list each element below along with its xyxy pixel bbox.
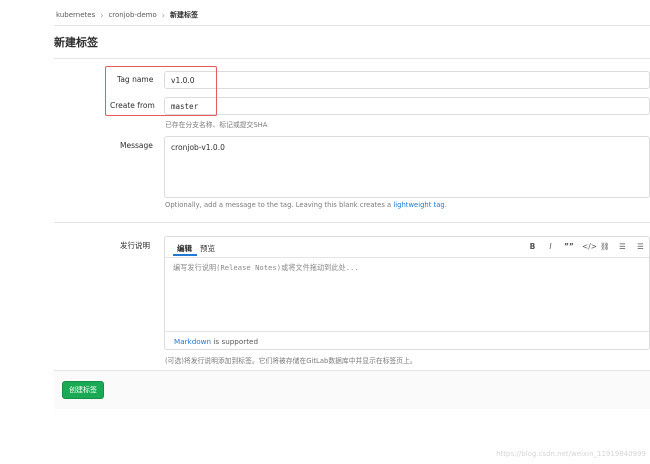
numbered-list-icon[interactable]: ☰	[636, 242, 645, 251]
form-actions-bar	[54, 370, 650, 409]
create-from-dropdown[interactable]: master	[164, 97, 650, 115]
create-from-hint: 已存在分支名称、标记或提交SHA	[165, 121, 268, 129]
bullet-list-icon[interactable]: ☰	[618, 242, 627, 251]
markdown-note: Markdown is supported	[174, 337, 258, 346]
link-icon[interactable]: ⛓	[600, 242, 610, 251]
tab-preview[interactable]: 预览	[200, 243, 215, 254]
tab-write[interactable]: 编辑	[177, 243, 192, 254]
tag-name-input[interactable]: v1.0.0	[164, 71, 650, 89]
message-hint-text: Optionally, add a message to the tag. Le…	[165, 201, 392, 209]
markdown-toolbar: B I ”” </> ⛓ ☰ ☰	[528, 242, 645, 251]
italic-icon[interactable]: I	[546, 242, 555, 251]
message-label: Message	[120, 141, 153, 150]
breadcrumb: kubernetes › cronjob-demo › 新建标签	[56, 8, 198, 22]
bold-icon[interactable]: B	[528, 242, 537, 251]
editor-tabs: 编辑 预览 B I ”” </> ⛓ ☰ ☰	[165, 237, 649, 258]
quote-icon[interactable]: ””	[564, 242, 574, 251]
lightweight-tag-link[interactable]: lightweight tag	[393, 201, 444, 209]
release-notes-hint: (可选)将发行说明添加到标签。它们将被存储在GitLab数据库中并显示在标签页上…	[165, 357, 417, 365]
message-hint: Optionally, add a message to the tag. Le…	[165, 201, 447, 209]
chevron-right-icon: ›	[161, 10, 165, 20]
divider	[54, 25, 650, 26]
release-notes-label: 发行说明	[120, 241, 150, 250]
active-tab-indicator	[173, 254, 197, 256]
breadcrumb-item-current[interactable]: 新建标签	[170, 10, 198, 20]
annotation-highlight-box	[105, 66, 217, 116]
page-title: 新建标签	[54, 36, 98, 49]
message-hint-suffix: .	[444, 201, 447, 209]
markdown-suffix: is supported	[213, 337, 259, 346]
message-value: cronjob-v1.0.0	[171, 143, 225, 152]
divider	[54, 222, 650, 223]
watermark: https://blog.csdn.net/weixin_11919840999	[496, 450, 646, 458]
markdown-link[interactable]: Markdown	[174, 337, 211, 346]
breadcrumb-item-project[interactable]: cronjob-demo	[108, 11, 156, 19]
breadcrumb-item-namespace[interactable]: kubernetes	[56, 11, 95, 19]
release-notes-textarea[interactable]: 编写发行说明(Release Notes)或将文件拖动到此处...	[173, 263, 359, 273]
chevron-right-icon: ›	[100, 10, 104, 20]
code-icon[interactable]: </>	[582, 242, 597, 251]
release-notes-editor: 编辑 预览 B I ”” </> ⛓ ☰ ☰ 编写发行说明(Release No…	[164, 236, 650, 350]
message-textarea[interactable]: cronjob-v1.0.0	[164, 136, 650, 198]
create-tag-button[interactable]: 创建标签	[62, 381, 104, 399]
divider	[165, 331, 649, 332]
divider	[54, 58, 650, 59]
